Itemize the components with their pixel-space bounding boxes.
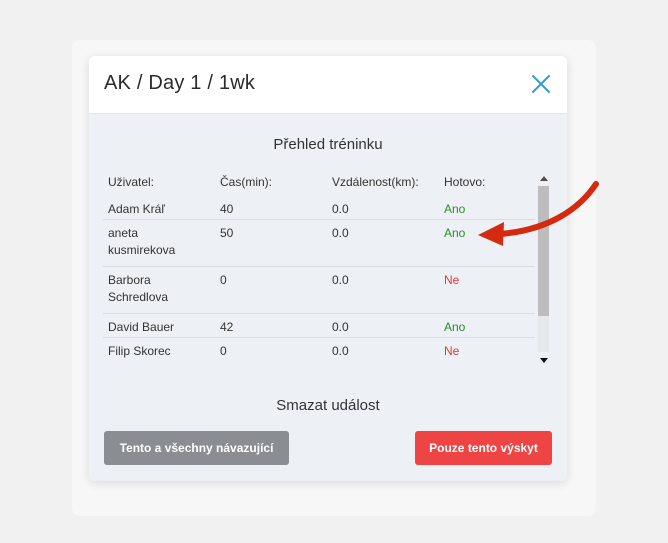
- table-row: Barbora Schredlova 0 0.0 Ne: [103, 267, 535, 314]
- cell-done: Ano: [444, 202, 466, 216]
- cell-distance: 0.0: [332, 226, 349, 240]
- table-row: Filip Skorec 0 0.0 Ne: [103, 338, 535, 362]
- delete-title: Smazat událost: [276, 397, 380, 414]
- event-modal: AK / Day 1 / 1wk Přehled tréninku Uživat…: [89, 56, 567, 481]
- cell-user: aneta kusmirekova: [108, 226, 176, 257]
- cell-time: 40: [220, 202, 234, 216]
- table-row: David Bauer 42 0.0 Ano: [103, 314, 535, 338]
- cell-user: Filip Skorec: [108, 344, 171, 358]
- cell-time: 42: [220, 320, 234, 334]
- cell-done: Ne: [444, 344, 460, 358]
- modal-title: AK / Day 1 / 1wk: [104, 72, 256, 94]
- annotation-arrow-icon: [478, 181, 599, 246]
- cell-distance: 0.0: [332, 202, 349, 216]
- delete-all-following-button[interactable]: Tento a všechny návazující: [104, 431, 289, 465]
- header-time: Čas(min):: [220, 175, 273, 189]
- cell-done: Ano: [444, 320, 466, 334]
- cell-user: David Bauer: [108, 320, 175, 334]
- caret-down-icon: [539, 357, 548, 363]
- cell-distance: 0.0: [332, 273, 349, 287]
- cell-user: Barbora Schredlova: [108, 273, 169, 304]
- delete-this-occurrence-button[interactable]: Pouze tento výskyt: [415, 431, 552, 465]
- close-icon: [532, 75, 550, 93]
- cell-distance: 0.0: [332, 320, 349, 334]
- header-distance: Vzdálenost(km):: [332, 175, 419, 189]
- table-header: Uživatel: Čas(min): Vzdálenost(km): Hoto…: [103, 168, 533, 196]
- cell-time: 0: [220, 273, 227, 287]
- cell-time: 50: [220, 226, 234, 240]
- cell-user: Adam Kráľ: [108, 202, 165, 216]
- cell-distance: 0.0: [332, 344, 349, 358]
- cell-time: 0: [220, 344, 227, 358]
- header-user: Uživatel:: [108, 175, 155, 189]
- close-button[interactable]: [527, 70, 555, 98]
- cell-done: Ano: [444, 226, 466, 240]
- cell-done: Ne: [444, 273, 460, 287]
- scroll-down-button[interactable]: [536, 354, 551, 366]
- modal-header: AK / Day 1 / 1wk: [89, 56, 567, 114]
- overview-title: Přehled tréninku: [273, 136, 383, 153]
